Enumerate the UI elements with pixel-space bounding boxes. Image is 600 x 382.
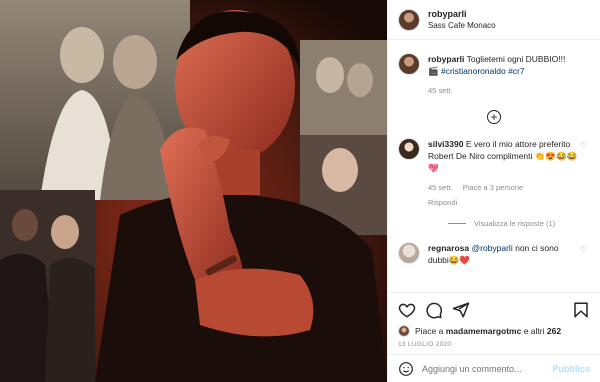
post-image	[0, 0, 387, 382]
comment-input[interactable]	[422, 363, 553, 374]
post-photo[interactable]	[0, 0, 387, 382]
add-comment-bar: Pubblica	[388, 354, 600, 382]
comment-mention[interactable]: @robyparli	[471, 243, 512, 253]
share-icon[interactable]	[452, 301, 470, 319]
likes-count[interactable]: 262	[547, 326, 561, 336]
caption-username[interactable]: robyparli	[428, 54, 464, 64]
caption-emoji: 🎬	[428, 66, 439, 76]
load-more: +	[398, 110, 590, 124]
bookmark-icon[interactable]	[572, 301, 590, 319]
post-actions: Piace a madamemargotmc e altri 262 13 LU…	[388, 292, 600, 382]
comment-username[interactable]: silvi3390	[428, 139, 463, 149]
likes-summary: Piace a madamemargotmc e altri 262	[388, 319, 600, 337]
comment-body: regnarosa @robyparli non ci sono dubbi😂❤…	[428, 242, 590, 266]
heart-icon[interactable]	[398, 301, 416, 319]
comment-icon[interactable]	[425, 301, 443, 319]
likes-user[interactable]: madamemargotmc	[446, 326, 522, 336]
caption-meta: 45 sett.	[428, 85, 580, 97]
action-icons	[388, 293, 600, 319]
comment-body: silvi3390 E vero il mio attore preferito…	[428, 138, 590, 209]
comment: silvi3390 E vero il mio attore preferito…	[398, 138, 590, 209]
author-info: robyparli Sass Cafe Monaco	[428, 8, 496, 32]
caption-body: robyparli Toglietemi ogni DUBBIO!!! 🎬 #c…	[428, 53, 590, 97]
post-side-panel: robyparli Sass Cafe Monaco robyparli Tog…	[387, 0, 600, 382]
caption-hashtags[interactable]: #cristianoronaldo #cr7	[441, 66, 525, 76]
comment-likes[interactable]: Piace a 3 persone	[463, 183, 523, 192]
comment-heart-icon[interactable]: ♡	[580, 246, 588, 254]
post-date[interactable]: 13 LUGLIO 2020	[388, 337, 600, 348]
author-avatar[interactable]	[398, 8, 420, 31]
view-replies-button[interactable]: Visualizza le risposte (1)	[448, 219, 590, 228]
post-header: robyparli Sass Cafe Monaco	[388, 0, 600, 40]
comment-avatar[interactable]	[398, 242, 420, 264]
comment-avatar[interactable]	[398, 138, 420, 160]
comment-emojis: 😂❤️	[448, 255, 470, 265]
caption-text: Toglietemi ogni DUBBIO!!!	[466, 54, 566, 64]
caption-time[interactable]: 45 sett.	[428, 86, 453, 95]
replies-divider	[448, 223, 466, 224]
reply-button[interactable]: Rispondi	[428, 197, 580, 209]
view-replies-label: Visualizza le risposte (1)	[474, 219, 556, 228]
plus-circle-icon[interactable]: +	[487, 110, 501, 124]
emoji-icon[interactable]	[398, 361, 414, 377]
caption: robyparli Toglietemi ogni DUBBIO!!! 🎬 #c…	[398, 53, 590, 97]
likes-suffix: e altri	[523, 326, 545, 336]
comment-heart-icon[interactable]: ♡	[580, 142, 588, 150]
liker-avatar[interactable]	[398, 325, 410, 337]
instagram-post: robyparli Sass Cafe Monaco robyparli Tog…	[0, 0, 600, 382]
comment-meta: 45 sett. Piace a 3 persone	[428, 182, 580, 194]
post-location[interactable]: Sass Cafe Monaco	[428, 20, 496, 32]
comment: regnarosa @robyparli non ci sono dubbi😂❤…	[398, 242, 590, 266]
comment-time[interactable]: 45 sett.	[428, 183, 453, 192]
comments-section: robyparli Toglietemi ogni DUBBIO!!! 🎬 #c…	[388, 41, 600, 292]
author-username[interactable]: robyparli	[428, 8, 496, 20]
publish-button[interactable]: Pubblica	[552, 364, 590, 374]
comment-username[interactable]: regnarosa	[428, 243, 469, 253]
likes-prefix: Piace a	[415, 326, 444, 336]
caption-avatar[interactable]	[398, 53, 420, 75]
